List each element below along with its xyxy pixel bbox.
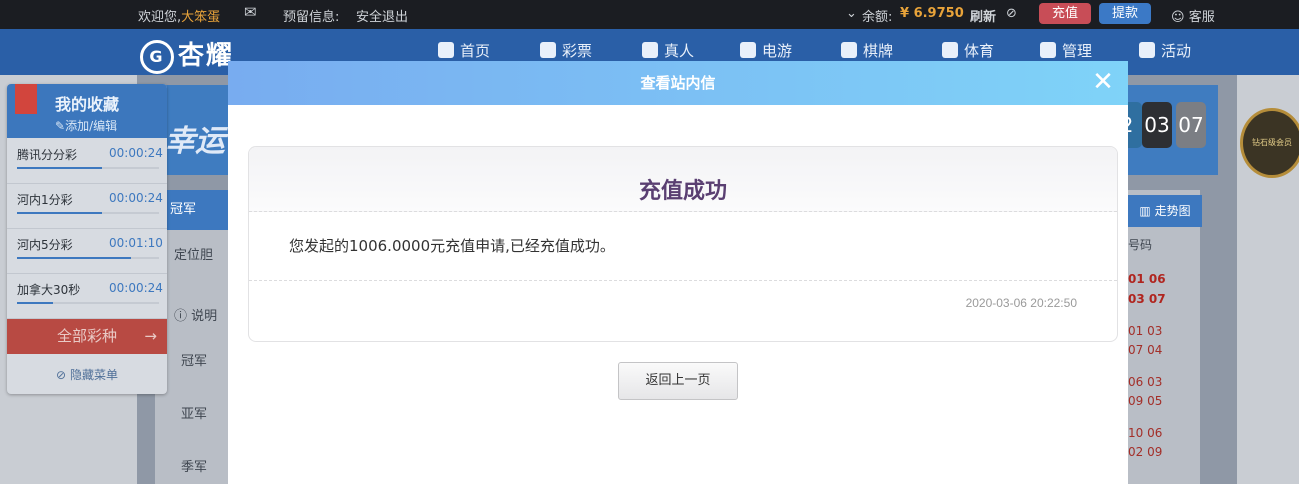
- logout-link[interactable]: 安全退出: [356, 6, 408, 25]
- withdraw-button[interactable]: 提款: [1099, 3, 1151, 24]
- row-label: 冠军: [181, 354, 208, 369]
- message-card: 充值成功 您发起的1006.0000元充值申请,已经充值成功。 2020-03-…: [248, 146, 1118, 342]
- countdown-digit: 03: [1142, 102, 1172, 148]
- info-icon: ⓘ: [174, 309, 188, 324]
- top-bar: 欢迎您,大笨蛋 ✉ 预留信息: 安全退出 ⌄ 余额: ¥ 6.9750 刷新 ⊘…: [0, 0, 1299, 29]
- bar-chart-icon: ▥: [1139, 204, 1151, 218]
- position-tab[interactable]: 定位胆: [174, 244, 213, 263]
- result-number: 02 09: [1128, 445, 1163, 459]
- nav-item-cards[interactable]: 棋牌: [841, 40, 893, 61]
- all-lotteries-button[interactable]: 全部彩种 →: [7, 319, 167, 354]
- message-modal: 查看站内信 ✕ 充值成功 您发起的1006.0000元充值申请,已经充值成功。 …: [228, 61, 1128, 484]
- info-label[interactable]: ⓘ 说明: [174, 305, 217, 324]
- nav-item-home[interactable]: 首页: [438, 40, 490, 61]
- favorite-item[interactable]: 腾讯分分彩 00:00:24: [7, 138, 167, 184]
- eye-hidden-icon[interactable]: ⊘: [1006, 6, 1017, 21]
- username[interactable]: 大笨蛋: [181, 10, 220, 25]
- lottery-icon: [540, 42, 556, 58]
- favorites-header: 我的收藏 ✎添加/编辑: [7, 84, 167, 138]
- service-link[interactable]: ☺ 客服: [1171, 6, 1215, 25]
- welcome-text: 欢迎您,大笨蛋: [138, 10, 221, 25]
- trend-chart-tab[interactable]: ▥ 走势图: [1128, 195, 1202, 227]
- number-column-header: 号码: [1128, 238, 1153, 252]
- countdown-progress: [17, 257, 131, 259]
- favorite-item[interactable]: 加拿大30秒 00:00:24: [7, 273, 167, 319]
- banner-title: 幸运: [165, 124, 225, 159]
- refresh-link[interactable]: 刷新: [970, 6, 996, 25]
- reserve-info-label: 预留信息:: [283, 10, 340, 25]
- favorites-panel: 我的收藏 ✎添加/编辑 腾讯分分彩 00:00:24 河内1分彩 00:00:24 …: [7, 84, 167, 394]
- vip-badge: 钻石级会员: [1240, 108, 1299, 178]
- gift-icon: [1139, 42, 1155, 58]
- countdown-progress: [17, 212, 103, 214]
- result-number: 01 06: [1128, 272, 1166, 286]
- home-icon: [438, 42, 454, 58]
- hide-menu-button[interactable]: ⊘ 隐藏菜单: [7, 366, 167, 383]
- trophy-icon: [942, 42, 958, 58]
- message-date: 2020-03-06 20:22:50: [965, 296, 1077, 310]
- site-logo[interactable]: G 杏耀: [140, 35, 234, 74]
- star-ribbon-icon: [15, 84, 37, 114]
- favorites-edit-link[interactable]: ✎添加/编辑: [55, 117, 117, 134]
- result-number: 03 07: [1128, 292, 1166, 306]
- favorites-title: 我的收藏: [55, 95, 120, 114]
- nav-item-sports[interactable]: 体育: [942, 40, 994, 61]
- eye-slash-icon: ⊘: [56, 368, 67, 382]
- countdown-progress: [17, 167, 103, 169]
- nav-item-slots[interactable]: 电游: [740, 40, 792, 61]
- back-button[interactable]: 返回上一页: [618, 362, 738, 400]
- divider: [249, 280, 1117, 281]
- users-icon: [1040, 42, 1056, 58]
- result-number: 01 03: [1128, 324, 1163, 338]
- recharge-button[interactable]: 充值: [1039, 3, 1091, 24]
- nav-item-activity[interactable]: 活动: [1139, 40, 1191, 61]
- nav-item-lottery[interactable]: 彩票: [540, 40, 592, 61]
- live-dealer-icon: [642, 42, 658, 58]
- balance-value: ¥ 6.9750: [900, 6, 964, 21]
- chat-icon: ☺: [1171, 10, 1185, 25]
- balance-toggle-icon[interactable]: ⌄: [846, 6, 857, 21]
- result-number: 07 04: [1128, 343, 1163, 357]
- favorite-item[interactable]: 河内1分彩 00:00:24: [7, 183, 167, 229]
- modal-title: 查看站内信: [640, 74, 716, 92]
- nav-item-manage[interactable]: 管理: [1040, 40, 1092, 61]
- row-label: 季军: [181, 460, 208, 475]
- close-icon[interactable]: ✕: [1088, 67, 1118, 97]
- favorite-item[interactable]: 河内5分彩 00:01:10: [7, 228, 167, 274]
- nav-item-live[interactable]: 真人: [642, 40, 694, 61]
- countdown-digit: 07: [1176, 102, 1206, 148]
- pencil-icon: ✎: [55, 119, 66, 133]
- result-number: 10 06: [1128, 426, 1163, 440]
- modal-header: 查看站内信 ✕: [228, 61, 1128, 105]
- logo-icon: G: [140, 39, 174, 74]
- result-number: 09 05: [1128, 394, 1163, 408]
- slot-machine-icon: [740, 42, 756, 58]
- result-number: 06 03: [1128, 375, 1163, 389]
- balance-label: 余额:: [862, 10, 893, 25]
- message-body: 您发起的1006.0000元充值申请,已经充值成功。: [289, 237, 615, 255]
- mail-icon[interactable]: ✉: [244, 3, 257, 21]
- countdown-progress: [17, 302, 53, 304]
- arrow-right-icon: →: [144, 327, 157, 345]
- message-title: 充值成功: [638, 179, 727, 204]
- row-label: 亚军: [181, 407, 208, 422]
- cards-icon: [841, 42, 857, 58]
